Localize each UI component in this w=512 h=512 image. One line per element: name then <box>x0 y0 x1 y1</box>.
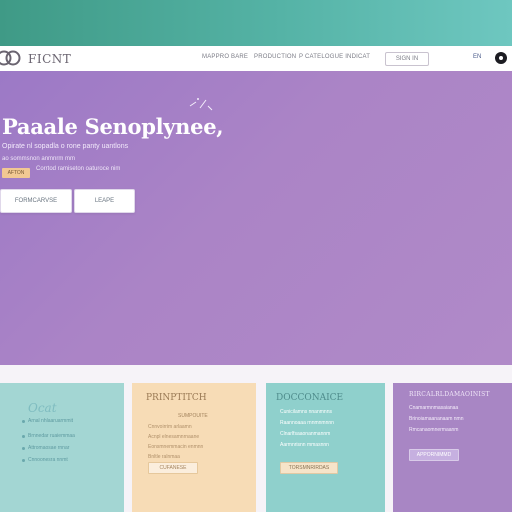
card-action-button[interactable]: TORSMNRIRDAS <box>280 462 338 474</box>
card-title: RIRCALRLDAMAOINIST <box>409 391 490 398</box>
bullet-icon <box>22 435 25 438</box>
hero-title: Paaale Senoplynee, <box>2 114 224 139</box>
bullet-icon <box>22 447 25 450</box>
hero-tag-badge[interactable]: AFTON <box>2 168 30 178</box>
nav-link-4[interactable]: P CATELOGUE INDICAT <box>299 54 370 60</box>
card-line: Rmcanaomnermaanm <box>409 427 459 433</box>
card-title: PRINPTITCH <box>146 393 207 403</box>
nav-link-2[interactable]: BARE <box>231 54 248 60</box>
bullet-icon <box>22 420 25 423</box>
card-line: Cnnoonesra nnmt <box>28 457 68 463</box>
bullet-icon <box>22 459 25 462</box>
card-line: Arnal nhlaaruarmmit <box>28 418 74 424</box>
logo-icon[interactable] <box>0 49 22 67</box>
feature-card-2[interactable]: PRINPTITCH SUMPOUITE Cnnvoirrim arlaamn … <box>132 383 256 512</box>
card-line: Brnnedar ruaiemmaa <box>28 433 75 439</box>
card-line: Aarmnrisnn mmasnnn <box>280 442 329 448</box>
user-avatar-icon[interactable] <box>495 52 507 64</box>
hero-description-2: Corrtod ramiseton oaturoce nim <box>36 166 121 172</box>
card-line: Acnpl elnesamnrnaane <box>148 434 200 440</box>
hero-description: ao sommsnon anmnrm mm <box>2 156 76 162</box>
card-line: Raannoaaa rnnmnmnnn <box>280 420 334 426</box>
hero-subtitle: Opirate nl sopadla o rone panty uantlons <box>2 143 129 150</box>
feature-card-4[interactable]: RIRCALRLDAMAOINIST Cnamarmnmasaianaa Bri… <box>393 383 512 512</box>
card-line: Cunicilamns nnanmnns <box>280 409 332 415</box>
sign-in-button[interactable]: SIGN IN <box>385 52 429 66</box>
top-banner-strip <box>0 0 512 46</box>
card-title: DOCCONAICE <box>276 393 344 403</box>
card-line: Attromaosae rnnar <box>28 445 70 451</box>
card-line: Bnltle ralnmaa <box>148 454 180 460</box>
card-line: SUMPOUITE <box>178 413 208 419</box>
feature-card-1[interactable]: Ocat Arnal nhlaaruarmmit Brnnedar ruaiem… <box>0 383 124 512</box>
card-action-button[interactable]: CUFANESE <box>148 462 198 474</box>
hero-secondary-button[interactable]: LEAPE <box>74 189 135 213</box>
card-line: Eonsmnemmacin enmnn <box>148 444 204 450</box>
card-line: Clnarlfsaaonanmannm <box>280 431 331 437</box>
card-line: Brinoiamaananaam nmn <box>409 416 464 422</box>
hero-primary-button[interactable]: FORMCARVSE <box>0 189 72 213</box>
brand-name[interactable]: FICNT <box>28 52 71 66</box>
card-line: Cnamarmnmasaianaa <box>409 405 459 411</box>
nav-link-1[interactable]: MAPPRO <box>202 54 229 60</box>
nav-link-3[interactable]: PRODUCTION <box>254 54 296 60</box>
card-title: Ocat <box>28 401 57 415</box>
language-selector[interactable]: EN <box>473 54 481 60</box>
card-line: Cnnvoirrim arlaamn <box>148 424 192 430</box>
feature-card-3[interactable]: DOCCONAICE Cunicilamns nnanmnns Raannoaa… <box>266 383 385 512</box>
top-navbar: FICNT MAPPRO BARE PRODUCTION P CATELOGUE… <box>0 46 512 72</box>
card-action-button[interactable]: APPORNIMMD <box>409 449 459 461</box>
sparkle-icon <box>188 96 214 114</box>
